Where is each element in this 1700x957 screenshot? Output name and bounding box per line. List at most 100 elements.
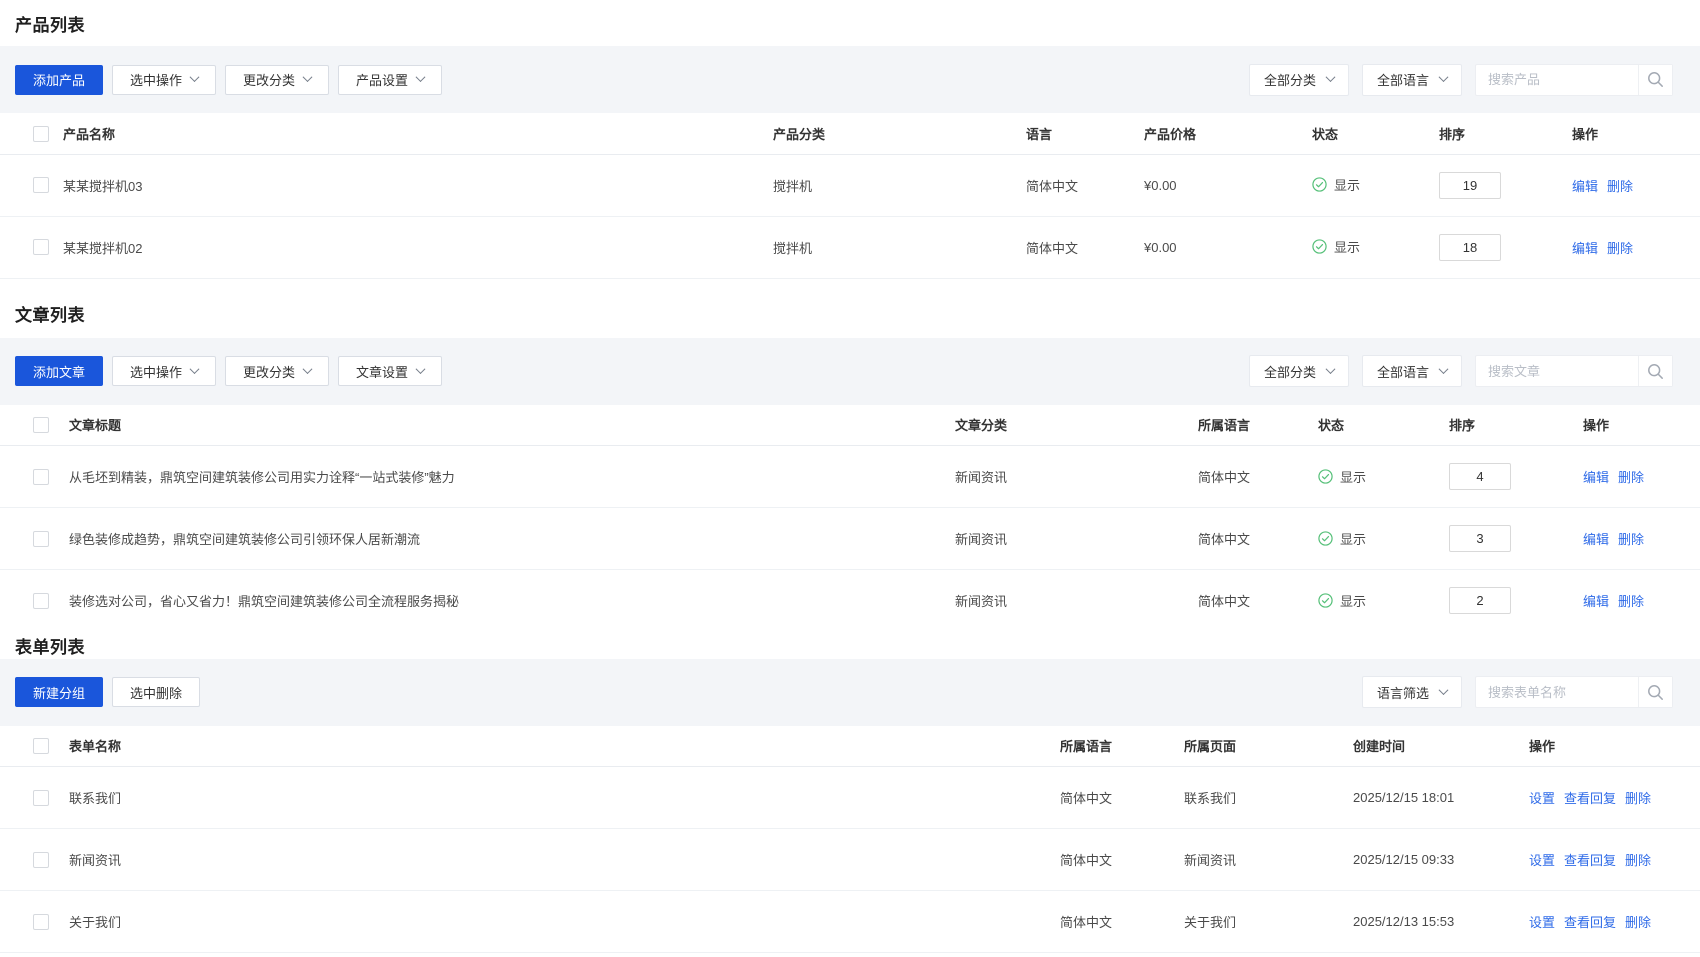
edit-link[interactable]: 编辑 (1572, 241, 1598, 256)
product-search-input[interactable] (1476, 65, 1638, 95)
col-sort: 排序 (1449, 405, 1583, 446)
article-search-input[interactable] (1476, 356, 1638, 386)
table-row: 联系我们 简体中文 联系我们 2025/12/15 18:01 设置查看回复删除 (0, 767, 1700, 829)
selected-actions-dropdown[interactable]: 选中操作 (112, 356, 216, 386)
product-table: 产品名称 产品分类 语言 产品价格 状态 排序 操作 某某搅拌机03 搅拌机 简… (0, 113, 1700, 279)
view-replies-link[interactable]: 查看回复 (1564, 853, 1616, 868)
status-label: 显示 (1340, 467, 1366, 486)
delete-link[interactable]: 删除 (1618, 532, 1644, 547)
select-all-checkbox[interactable] (33, 738, 49, 754)
product-table-header-row: 产品名称 产品分类 语言 产品价格 状态 排序 操作 (0, 113, 1700, 154)
change-category-dropdown[interactable]: 更改分类 (225, 356, 329, 386)
edit-link[interactable]: 编辑 (1572, 179, 1598, 194)
product-price: ¥0.00 (1144, 216, 1312, 278)
language-filter-dropdown[interactable]: 全部语言 (1362, 64, 1462, 96)
col-product-category: 产品分类 (773, 113, 1026, 154)
row-checkbox[interactable] (33, 852, 49, 868)
table-row: 装修选对公司，省心又省力！鼎筑空间建筑装修公司全流程服务揭秘 新闻资讯 简体中文… (0, 570, 1700, 632)
edit-link[interactable]: 编辑 (1583, 532, 1609, 547)
form-name: 新闻资讯 (69, 829, 1060, 891)
delete-link[interactable]: 删除 (1625, 791, 1651, 806)
delete-link[interactable]: 删除 (1625, 853, 1651, 868)
form-search-input[interactable] (1476, 677, 1638, 707)
delete-selected-button[interactable]: 选中删除 (112, 677, 200, 707)
category-filter-dropdown[interactable]: 全部分类 (1249, 355, 1349, 387)
change-category-label: 更改分类 (243, 70, 295, 89)
language-filter-label: 全部语言 (1377, 70, 1429, 89)
article-language: 简体中文 (1198, 570, 1318, 632)
col-status: 状态 (1312, 113, 1439, 154)
product-list-section: 产品列表 添加产品 选中操作 更改分类 产品设置 全部分类 全部语 (0, 0, 1700, 279)
chevron-down-icon (1439, 364, 1449, 374)
settings-link[interactable]: 设置 (1529, 853, 1555, 868)
search-icon (1647, 363, 1664, 380)
chevron-down-icon (303, 72, 313, 82)
delete-link[interactable]: 删除 (1618, 470, 1644, 485)
settings-link[interactable]: 设置 (1529, 791, 1555, 806)
page-title-forms: 表单列表 (15, 633, 85, 658)
delete-link[interactable]: 删除 (1607, 179, 1633, 194)
settings-link[interactable]: 设置 (1529, 915, 1555, 930)
delete-link[interactable]: 删除 (1607, 241, 1633, 256)
selected-actions-dropdown[interactable]: 选中操作 (112, 65, 216, 95)
form-name: 联系我们 (69, 767, 1060, 829)
selected-actions-label: 选中操作 (130, 70, 182, 89)
edit-link[interactable]: 编辑 (1583, 594, 1609, 609)
article-table: 文章标题 文章分类 所属语言 状态 排序 操作 从毛坯到精装，鼎筑空间建筑装修公… (0, 405, 1700, 632)
add-product-button[interactable]: 添加产品 (15, 65, 103, 95)
view-replies-link[interactable]: 查看回复 (1564, 791, 1616, 806)
chevron-down-icon (1326, 364, 1336, 374)
product-language: 简体中文 (1026, 154, 1144, 216)
change-category-dropdown[interactable]: 更改分类 (225, 65, 329, 95)
chevron-down-icon (303, 364, 313, 374)
status-badge: 显示 (1312, 237, 1360, 256)
language-filter-dropdown[interactable]: 语言筛选 (1362, 676, 1462, 708)
col-sort: 排序 (1439, 113, 1572, 154)
delete-link[interactable]: 删除 (1625, 915, 1651, 930)
edit-link[interactable]: 编辑 (1583, 470, 1609, 485)
new-group-button[interactable]: 新建分组 (15, 677, 103, 707)
article-settings-dropdown[interactable]: 文章设置 (338, 356, 442, 386)
row-checkbox[interactable] (33, 239, 49, 255)
product-name: 某某搅拌机03 (63, 154, 773, 216)
row-checkbox[interactable] (33, 914, 49, 930)
article-category: 新闻资讯 (955, 508, 1198, 570)
language-filter-dropdown[interactable]: 全部语言 (1362, 355, 1462, 387)
check-circle-icon (1312, 239, 1327, 254)
product-price: ¥0.00 (1144, 154, 1312, 216)
chevron-down-icon (1439, 685, 1449, 695)
form-language: 简体中文 (1060, 767, 1184, 829)
sort-input[interactable] (1449, 525, 1511, 552)
row-checkbox[interactable] (33, 790, 49, 806)
row-checkbox[interactable] (33, 531, 49, 547)
chevron-down-icon (1326, 72, 1336, 82)
check-circle-icon (1312, 177, 1327, 192)
select-all-checkbox[interactable] (33, 126, 49, 142)
form-list-header: 表单列表 (0, 632, 1700, 659)
sort-input[interactable] (1439, 172, 1501, 199)
form-toolbar: 新建分组 选中删除 语言筛选 (0, 659, 1700, 726)
row-checkbox[interactable] (33, 177, 49, 193)
select-all-checkbox[interactable] (33, 417, 49, 433)
row-checkbox[interactable] (33, 593, 49, 609)
form-table: 表单名称 所属语言 所属页面 创建时间 操作 联系我们 简体中文 联系我们 20… (0, 726, 1700, 954)
article-toolbar-right: 全部分类 全部语言 (1249, 355, 1673, 387)
view-replies-link[interactable]: 查看回复 (1564, 915, 1616, 930)
row-checkbox[interactable] (33, 469, 49, 485)
search-icon (1647, 684, 1664, 701)
product-language: 简体中文 (1026, 216, 1144, 278)
form-page: 联系我们 (1184, 767, 1353, 829)
status-label: 显示 (1340, 591, 1366, 610)
form-list-section: 表单列表 新建分组 选中删除 语言筛选 (0, 632, 1700, 954)
delete-link[interactable]: 删除 (1618, 594, 1644, 609)
search-button[interactable] (1638, 356, 1672, 386)
category-filter-dropdown[interactable]: 全部分类 (1249, 64, 1349, 96)
status-badge: 显示 (1312, 175, 1360, 194)
add-article-button[interactable]: 添加文章 (15, 356, 103, 386)
search-button[interactable] (1638, 677, 1672, 707)
sort-input[interactable] (1439, 234, 1501, 261)
search-button[interactable] (1638, 65, 1672, 95)
sort-input[interactable] (1449, 463, 1511, 490)
product-settings-dropdown[interactable]: 产品设置 (338, 65, 442, 95)
sort-input[interactable] (1449, 587, 1511, 614)
